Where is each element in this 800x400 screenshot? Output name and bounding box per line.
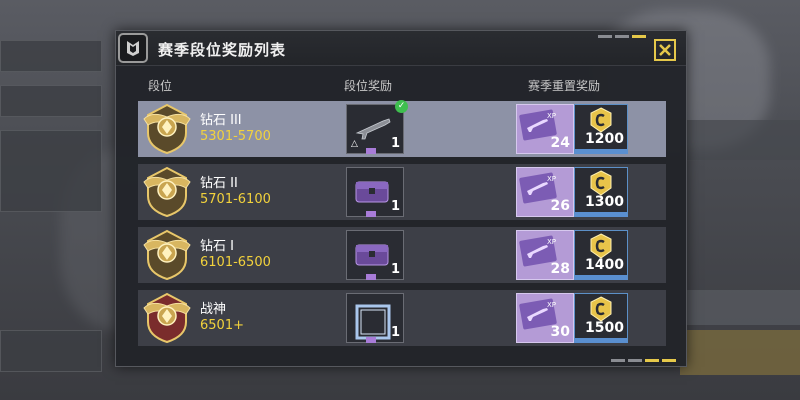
- rarity-marker: [366, 211, 376, 217]
- rank-range: 6501+: [200, 318, 244, 333]
- cp-currency-item[interactable]: 1200: [574, 104, 628, 154]
- reward-count: 1: [390, 262, 400, 277]
- rank-row[interactable]: 钻石 I 6101-6500 1 XP 28 1400: [138, 227, 666, 283]
- reward-count: 1: [390, 199, 400, 214]
- claimed-check-icon: ✓: [395, 100, 408, 113]
- rank-name: 钻石 II: [200, 176, 238, 191]
- column-headers: 段位 段位奖励 赛季重置奖励: [116, 77, 686, 97]
- rank-range: 5301-5700: [200, 129, 271, 144]
- close-button[interactable]: [654, 39, 676, 61]
- rarity-marker: [366, 274, 376, 280]
- svg-text:XP: XP: [547, 238, 556, 246]
- dialog-title-bar: 赛季段位奖励列表: [116, 31, 686, 66]
- xp-count: 30: [550, 324, 570, 340]
- decorative-dashes-bottom: [611, 359, 676, 362]
- xp-count: 28: [550, 261, 570, 277]
- cod-points-icon: [590, 296, 612, 322]
- svg-text:XP: XP: [547, 175, 556, 183]
- rarity-marker: [366, 337, 376, 343]
- header-reset-reward: 赛季重置奖励: [528, 79, 601, 93]
- svg-text:XP: XP: [547, 301, 556, 309]
- header-rank: 段位: [148, 79, 173, 93]
- header-rank-reward: 段位奖励: [344, 79, 393, 93]
- rank-reward-item[interactable]: △ 1 ✓: [346, 100, 408, 154]
- cp-count: 1400: [585, 257, 624, 273]
- cod-points-icon: [590, 107, 612, 133]
- svg-text:XP: XP: [547, 112, 556, 120]
- dialog-title: 赛季段位奖励列表: [158, 41, 287, 59]
- crate-icon: [353, 239, 391, 273]
- rarity-icon: △: [351, 139, 358, 149]
- cp-currency-item[interactable]: 1300: [574, 167, 628, 217]
- rank-badge-icon: [142, 103, 192, 155]
- xp-count: 26: [550, 198, 570, 214]
- rank-name: 钻石 III: [200, 113, 242, 128]
- rank-badge-icon: [142, 166, 192, 218]
- rank-name: 钻石 I: [200, 239, 234, 254]
- season-rank-reward-dialog: 赛季段位奖励列表 段位 段位奖励 赛季重置奖励 钻石 III 5301-5700…: [115, 30, 687, 367]
- crate-icon: [353, 176, 391, 210]
- rank-emblem-icon: [118, 33, 148, 63]
- reward-count: 1: [390, 325, 400, 340]
- decorative-dashes: [598, 35, 646, 38]
- xp-card-item[interactable]: XP 24: [516, 104, 574, 154]
- rank-reward-item[interactable]: 1: [346, 230, 404, 280]
- cp-currency-item[interactable]: 1500: [574, 293, 628, 343]
- cod-points-icon: [590, 170, 612, 196]
- rank-range: 6101-6500: [200, 255, 271, 270]
- rank-reward-item[interactable]: 1: [346, 293, 404, 343]
- xp-card-item[interactable]: XP 26: [516, 167, 574, 217]
- rarity-marker: [366, 148, 376, 154]
- reward-count: 1: [390, 136, 400, 151]
- rank-row[interactable]: 钻石 III 5301-5700 △ 1 ✓ XP 24 1200: [138, 100, 666, 157]
- xp-card-item[interactable]: XP 30: [516, 293, 574, 343]
- cp-count: 1300: [585, 194, 624, 210]
- rank-name: 战神: [200, 302, 227, 317]
- cod-points-icon: [590, 233, 612, 259]
- rank-reward-item[interactable]: 1: [346, 167, 404, 217]
- rank-badge-icon: [142, 229, 192, 281]
- cp-count: 1500: [585, 320, 624, 336]
- rank-badge-icon: [142, 292, 192, 344]
- xp-count: 24: [550, 135, 570, 151]
- cp-count: 1200: [585, 131, 624, 147]
- cp-currency-item[interactable]: 1400: [574, 230, 628, 280]
- rank-range: 5701-6100: [200, 192, 271, 207]
- rank-row[interactable]: 钻石 II 5701-6100 1 XP 26 1300: [138, 164, 666, 220]
- close-icon: [659, 44, 671, 56]
- rank-row[interactable]: 战神 6501+ 1 XP 30 1500: [138, 290, 666, 346]
- xp-card-item[interactable]: XP 28: [516, 230, 574, 280]
- rifle-icon: [353, 113, 393, 147]
